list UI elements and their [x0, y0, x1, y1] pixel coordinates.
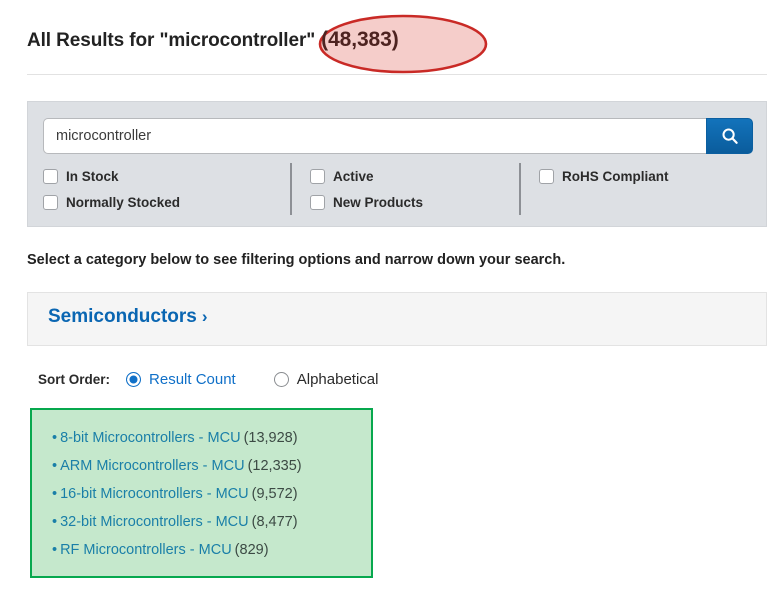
- list-item[interactable]: •32-bit Microcontrollers - MCU(8,477): [32, 508, 371, 536]
- category-link-semiconductors[interactable]: Semiconductors ›: [48, 306, 208, 328]
- bullet-icon: •: [52, 514, 57, 530]
- subcategory-link-8-bit[interactable]: 8-bit Microcontrollers - MCU: [60, 430, 240, 446]
- instruction-text: Select a category below to see filtering…: [27, 252, 565, 268]
- filter-column-3: RoHS Compliant: [519, 163, 769, 215]
- search-button[interactable]: [706, 118, 753, 154]
- page-title-text: All Results for "microcontroller": [27, 30, 315, 51]
- list-item[interactable]: •RF Microcontrollers - MCU(829): [32, 536, 371, 564]
- radio-alphabetical[interactable]: [274, 372, 289, 387]
- result-count-badge: (48,383): [321, 28, 398, 51]
- checkbox-label-normally-stocked: Normally Stocked: [66, 195, 180, 210]
- filter-checkbox-group: In Stock Normally Stocked Active New Pro…: [43, 163, 753, 215]
- checkbox-item-rohs-compliant[interactable]: RoHS Compliant: [539, 163, 769, 189]
- subcategory-count-rf: (829): [235, 542, 269, 558]
- subcategory-count-arm: (12,335): [248, 458, 302, 474]
- bullet-icon: •: [52, 430, 57, 446]
- checkbox-normally-stocked[interactable]: [43, 195, 58, 210]
- checkbox-item-in-stock[interactable]: In Stock: [43, 163, 283, 189]
- search-row: [43, 118, 753, 154]
- radio-label-alphabetical: Alphabetical: [297, 371, 379, 388]
- radio-item-result-count[interactable]: Result Count: [126, 371, 236, 388]
- title-divider: [27, 74, 767, 75]
- subcategory-list: •8-bit Microcontrollers - MCU(13,928) •A…: [32, 410, 371, 564]
- radio-item-alphabetical[interactable]: Alphabetical: [274, 371, 379, 388]
- checkbox-new-products[interactable]: [310, 195, 325, 210]
- bullet-icon: •: [52, 486, 57, 502]
- checkbox-item-active[interactable]: Active: [310, 163, 538, 189]
- filter-column-1: In Stock Normally Stocked: [43, 163, 283, 215]
- sort-order-label: Sort Order:: [38, 372, 110, 387]
- checkbox-item-normally-stocked[interactable]: Normally Stocked: [43, 189, 283, 215]
- subcategory-link-16-bit[interactable]: 16-bit Microcontrollers - MCU: [60, 486, 249, 502]
- checkbox-rohs-compliant[interactable]: [539, 169, 554, 184]
- subcategory-count-8-bit: (13,928): [244, 430, 298, 446]
- checkbox-item-new-products[interactable]: New Products: [310, 189, 538, 215]
- sort-order-row: Sort Order: Result Count Alphabetical: [38, 368, 416, 390]
- page-header: All Results for "microcontroller" (48,383…: [27, 28, 767, 58]
- bullet-icon: •: [52, 542, 57, 558]
- checkbox-label-in-stock: In Stock: [66, 169, 119, 184]
- radio-label-result-count: Result Count: [149, 371, 236, 388]
- subcategory-link-arm[interactable]: ARM Microcontrollers - MCU: [60, 458, 245, 474]
- radio-result-count[interactable]: [126, 372, 141, 387]
- search-panel: In Stock Normally Stocked Active New Pro…: [27, 101, 767, 227]
- subcategory-link-rf[interactable]: RF Microcontrollers - MCU: [60, 542, 232, 558]
- chevron-right-icon: ›: [202, 307, 208, 326]
- subcategory-count-32-bit: (8,477): [252, 514, 298, 530]
- category-panel-semiconductors[interactable]: Semiconductors ›: [27, 292, 767, 346]
- list-item[interactable]: •8-bit Microcontrollers - MCU(13,928): [32, 424, 371, 452]
- subcategory-count-16-bit: (9,572): [252, 486, 298, 502]
- checkbox-in-stock[interactable]: [43, 169, 58, 184]
- subcategory-link-32-bit[interactable]: 32-bit Microcontrollers - MCU: [60, 514, 249, 530]
- checkbox-label-rohs-compliant: RoHS Compliant: [562, 169, 669, 184]
- search-input[interactable]: [43, 118, 706, 154]
- page-title: All Results for "microcontroller" (48,383…: [27, 30, 399, 51]
- search-icon: [721, 127, 739, 145]
- highlighted-results-box: •8-bit Microcontrollers - MCU(13,928) •A…: [30, 408, 373, 578]
- list-item[interactable]: •ARM Microcontrollers - MCU(12,335): [32, 452, 371, 480]
- search-results-page: All Results for "microcontroller" (48,383…: [0, 0, 784, 598]
- checkbox-label-new-products: New Products: [333, 195, 423, 210]
- checkbox-label-active: Active: [333, 169, 374, 184]
- filter-column-2: Active New Products: [290, 163, 538, 215]
- bullet-icon: •: [52, 458, 57, 474]
- list-item[interactable]: •16-bit Microcontrollers - MCU(9,572): [32, 480, 371, 508]
- category-link-label: Semiconductors: [48, 306, 197, 327]
- checkbox-active[interactable]: [310, 169, 325, 184]
